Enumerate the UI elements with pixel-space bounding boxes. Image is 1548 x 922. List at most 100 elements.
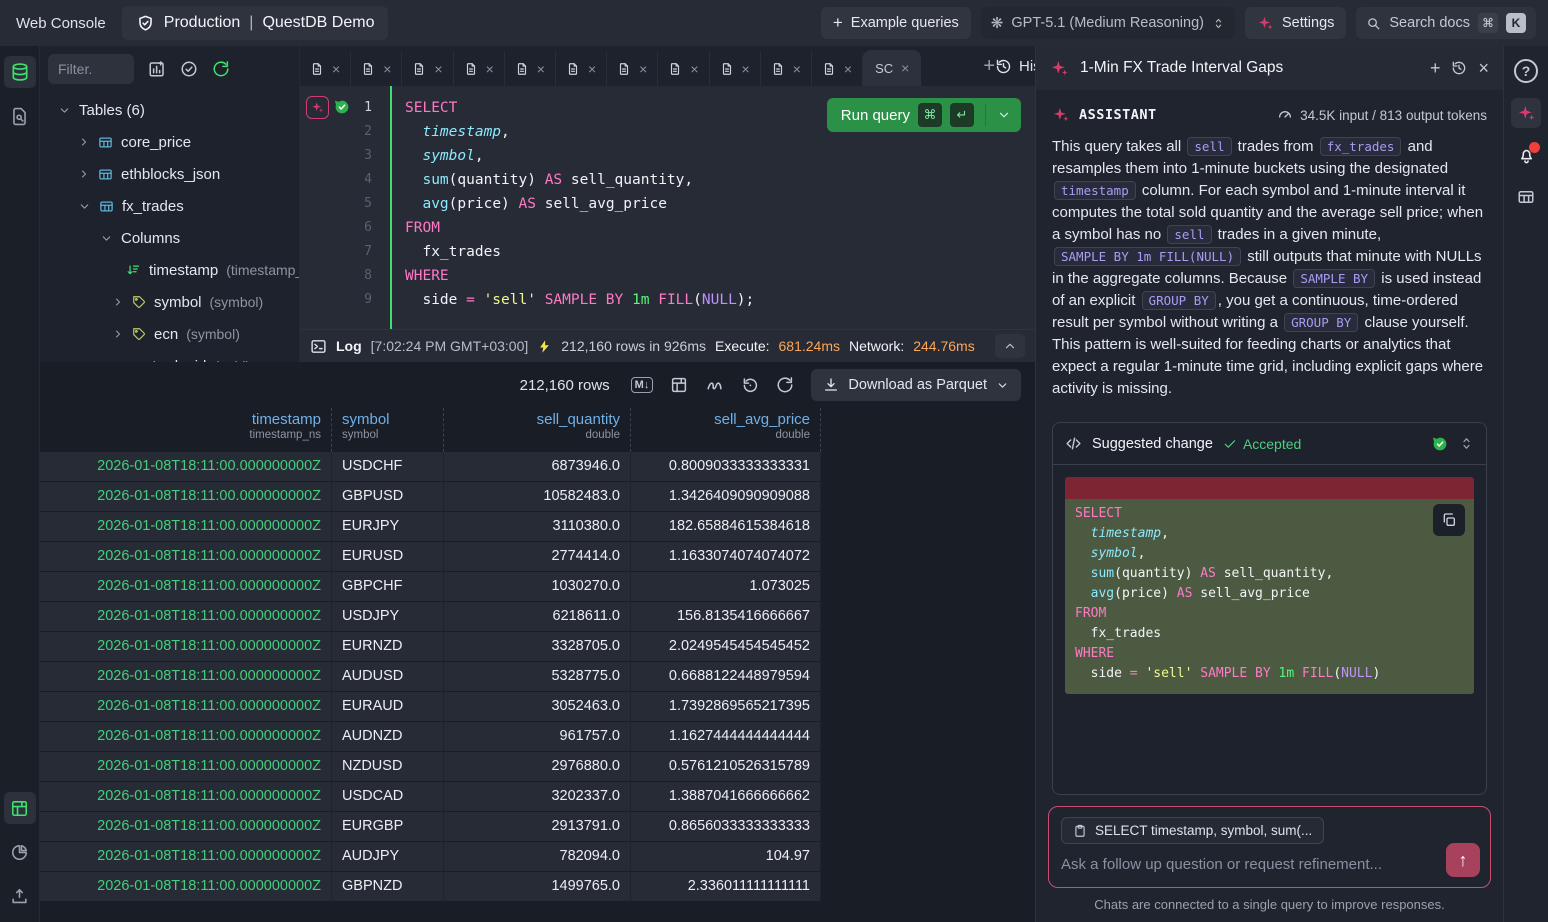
instance-badge[interactable]: Production | QuestDB Demo [122, 6, 389, 40]
table-row[interactable]: 2026-01-08T18:11:00.000000000ZGBPNZD1499… [40, 872, 1035, 902]
notifications-button[interactable] [1511, 140, 1541, 170]
editor-tab[interactable]: × [300, 52, 351, 86]
table-row[interactable]: 2026-01-08T18:11:00.000000000ZEURNZD3328… [40, 632, 1035, 662]
close-tab-icon[interactable]: × [639, 62, 647, 76]
table-row[interactable]: 2026-01-08T18:11:00.000000000ZNZDUSD2976… [40, 752, 1035, 782]
column-header[interactable]: sell_avg_pricedouble [631, 408, 821, 452]
close-tab-icon[interactable]: × [383, 62, 391, 76]
close-tab-icon[interactable]: × [434, 62, 442, 76]
tree-table-core-price[interactable]: core_price [48, 126, 291, 158]
editor-tab[interactable]: × [402, 52, 453, 86]
settings-button[interactable]: Settings [1245, 7, 1346, 39]
collapse-diff-icon[interactable] [1459, 436, 1474, 451]
search-docs-input[interactable]: Search docs ⌘ K [1356, 7, 1536, 39]
tree-column-ecn[interactable]: ecn (symbol) [48, 318, 291, 350]
chart-view-rail-button[interactable] [4, 836, 36, 868]
editor-tab[interactable]: × [710, 52, 761, 86]
table-row[interactable]: 2026-01-08T18:11:00.000000000ZGBPUSD1058… [40, 482, 1035, 512]
editor-tab[interactable]: × [505, 52, 556, 86]
table-row[interactable]: 2026-01-08T18:11:00.000000000ZEURAUD3052… [40, 692, 1035, 722]
chat-input[interactable]: Ask a follow up question or request refi… [1061, 856, 1478, 873]
table-row[interactable]: 2026-01-08T18:11:00.000000000ZEURUSD2774… [40, 542, 1035, 572]
filter-input[interactable] [48, 54, 134, 84]
table-row[interactable]: 2026-01-08T18:11:00.000000000ZAUDJPY7820… [40, 842, 1035, 872]
column-header[interactable]: timestamptimestamp_ns [40, 408, 332, 452]
table-row[interactable]: 2026-01-08T18:11:00.000000000ZUSDCAD3202… [40, 782, 1035, 812]
execute-label: Execute: [715, 338, 769, 354]
openai-icon: ❋ [991, 14, 1004, 32]
copy-code-button[interactable] [1433, 504, 1465, 536]
layout-toggle-icon[interactable] [670, 376, 688, 394]
table-row[interactable]: 2026-01-08T18:11:00.000000000ZAUDUSD5328… [40, 662, 1035, 692]
tree-column-timestamp[interactable]: timestamp (timestamp_ns) [48, 254, 291, 286]
tree-columns-group[interactable]: Columns [48, 222, 291, 254]
database-icon [10, 62, 30, 82]
import-rail-button[interactable] [4, 880, 36, 912]
query-context-chip[interactable]: SELECT timestamp, symbol, sum(... [1061, 817, 1324, 844]
draw-chart-icon[interactable] [705, 376, 724, 395]
close-tab-icon[interactable]: × [537, 62, 545, 76]
close-tab-icon[interactable]: × [332, 62, 340, 76]
tree-column-symbol[interactable]: symbol (symbol) [48, 286, 291, 318]
gauge-icon [1277, 107, 1293, 123]
table-row[interactable]: 2026-01-08T18:11:00.000000000ZAUDNZD9617… [40, 722, 1035, 752]
editor-tab[interactable]: × [556, 52, 607, 86]
tree-root-tables[interactable]: Tables (6) [48, 94, 291, 126]
chevron-down-icon[interactable] [996, 379, 1009, 392]
chat-input-box[interactable]: SELECT timestamp, symbol, sum(... Ask a … [1048, 806, 1491, 888]
example-queries-button[interactable]: + Example queries [821, 7, 971, 39]
refresh-timer-icon[interactable] [741, 376, 759, 394]
send-button[interactable]: ↑ [1446, 843, 1480, 877]
tree-table-fx-trades[interactable]: fx_trades [48, 190, 291, 222]
new-chat-icon[interactable]: + [1430, 59, 1441, 77]
table-row[interactable]: 2026-01-08T18:11:00.000000000ZUSDJPY6218… [40, 602, 1035, 632]
tree-table-ethblocks-json[interactable]: ethblocks_json [48, 158, 291, 190]
close-tab-icon[interactable]: × [486, 62, 494, 76]
query-log-rail-button[interactable] [4, 100, 36, 132]
table-cell: 5328775.0 [444, 662, 631, 692]
download-parquet-button[interactable]: Download as Parquet [811, 369, 1021, 401]
ai-assistant-rail-button[interactable] [1511, 98, 1541, 128]
table-schema-rail-button[interactable] [1511, 182, 1541, 212]
column-header[interactable]: sell_quantitydouble [444, 408, 631, 452]
grid-view-rail-button[interactable] [4, 792, 36, 824]
close-chat-icon[interactable]: × [1478, 59, 1489, 77]
select-tables-icon[interactable] [180, 60, 198, 78]
table-row[interactable]: 2026-01-08T18:11:00.000000000ZEURJPY3110… [40, 512, 1035, 542]
table-name: ethblocks_json [121, 166, 220, 183]
help-button[interactable]: ? [1511, 56, 1541, 86]
editor-tab[interactable]: × [607, 52, 658, 86]
markdown-export-icon[interactable]: M↓ [631, 377, 654, 393]
close-tab-icon[interactable]: × [793, 62, 801, 76]
run-options-chevron[interactable] [997, 108, 1011, 122]
add-metrics-icon[interactable] [148, 60, 166, 78]
close-tab-icon[interactable]: × [588, 62, 596, 76]
table-cell: 3328705.0 [444, 632, 631, 662]
close-tab-icon[interactable]: × [690, 62, 698, 76]
collapse-log-button[interactable] [995, 334, 1025, 358]
sql-editor[interactable]: 123456789 SELECT timestamp, symbol, sum(… [300, 86, 1035, 329]
editor-tab[interactable]: × [351, 52, 402, 86]
close-tab-icon[interactable]: × [901, 61, 909, 75]
refresh-results-icon[interactable] [776, 376, 794, 394]
column-header[interactable]: symbolsymbol [332, 408, 444, 452]
tables-rail-button[interactable] [4, 56, 36, 88]
editor-tab[interactable]: SC× [863, 50, 921, 86]
chat-history-icon[interactable] [1451, 60, 1467, 76]
table-row[interactable]: 2026-01-08T18:11:00.000000000ZUSDCHF6873… [40, 452, 1035, 482]
table-row[interactable]: 2026-01-08T18:11:00.000000000ZEURGBP2913… [40, 812, 1035, 842]
table-row[interactable]: 2026-01-08T18:11:00.000000000ZGBPCHF1030… [40, 572, 1035, 602]
editor-tab[interactable]: × [454, 52, 505, 86]
run-query-button[interactable]: Run query ⌘ ↵ [827, 98, 1021, 132]
model-select[interactable]: ❋ GPT-5.1 (Medium Reasoning) [981, 7, 1235, 39]
close-tab-icon[interactable]: × [844, 62, 852, 76]
table-cell: 2026-01-08T18:11:00.000000000Z [40, 812, 332, 842]
add-tab-icon[interactable]: + [983, 55, 995, 78]
sparkle-icon [1257, 15, 1274, 32]
close-tab-icon[interactable]: × [742, 62, 750, 76]
editor-tab[interactable]: × [658, 52, 709, 86]
editor-tab[interactable]: × [761, 52, 812, 86]
refresh-tables-icon[interactable] [212, 60, 230, 78]
editor-tab[interactable]: × [812, 52, 863, 86]
tree-column-trade-id[interactable]: 123 trade_id (uuid) [48, 350, 291, 362]
